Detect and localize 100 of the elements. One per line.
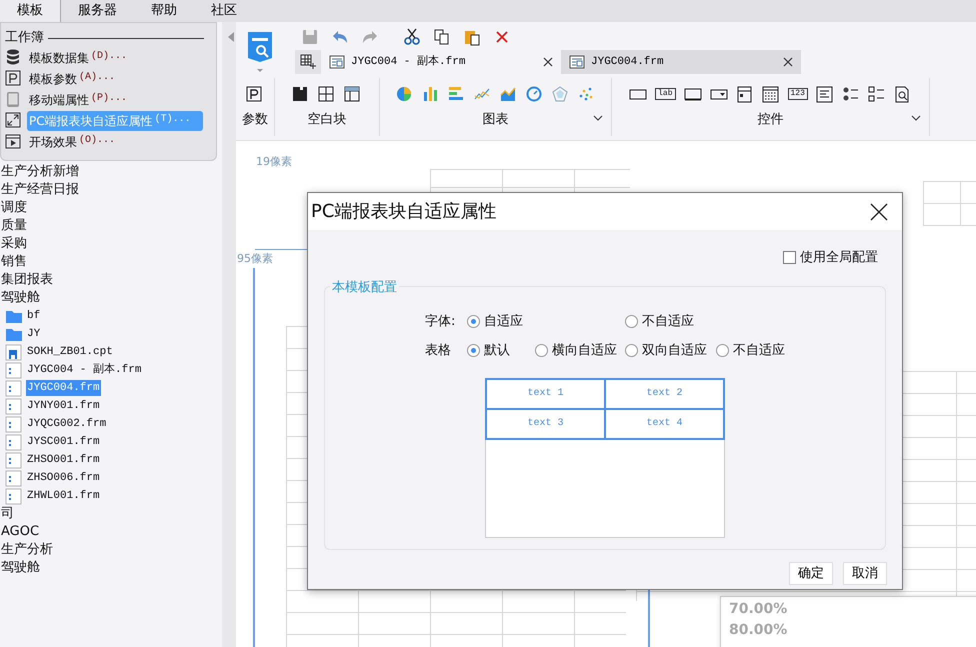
file-icon: [5, 362, 22, 378]
textbox-widget-icon[interactable]: [684, 86, 702, 102]
tab-label: JYGC004.frm: [591, 54, 664, 70]
table-icon[interactable]: [344, 86, 362, 102]
close-icon[interactable]: [543, 57, 553, 67]
file-icon: [5, 416, 22, 432]
file-item[interactable]: ZHWL001.frm: [26, 488, 101, 504]
copy-icon[interactable]: [433, 28, 451, 46]
ribbon-group-label: 控件: [758, 111, 784, 130]
radio-button[interactable]: [535, 344, 548, 358]
radio-label: 不自适应: [733, 342, 785, 360]
menu-section-title: 工作簿: [5, 29, 44, 48]
file-item[interactable]: SOKH_ZB01.cpt: [26, 344, 114, 360]
file-icon: [5, 380, 22, 396]
block-icon[interactable]: [292, 86, 310, 102]
tree-item[interactable]: 生产分析新增: [0, 162, 80, 182]
tree-item[interactable]: 销售: [0, 252, 28, 272]
tree-item[interactable]: AGOC: [0, 522, 40, 542]
menu-tab[interactable]: 模板: [0, 0, 61, 22]
tab-label: JYGC004 - 副本.frm: [351, 54, 466, 70]
gauge-icon[interactable]: [526, 86, 544, 102]
parameter-icon[interactable]: [246, 86, 264, 102]
report-grid: [923, 181, 976, 226]
tree-item[interactable]: 质量: [0, 216, 28, 236]
radio-label: 自适应: [484, 312, 523, 330]
file-icon: [5, 488, 22, 504]
report-document-icon[interactable]: [247, 30, 273, 74]
resize-icon: [5, 112, 21, 129]
ribbon-group-label: 空白块: [308, 111, 346, 130]
date-widget-icon[interactable]: [736, 86, 754, 102]
radio-button[interactable]: [625, 344, 638, 358]
horizontal-bar-chart-icon[interactable]: [448, 86, 466, 102]
option-label: 表格: [425, 342, 452, 360]
file-icon: [5, 470, 22, 486]
calendar-icon[interactable]: [762, 86, 780, 102]
radio-button[interactable]: [625, 314, 638, 328]
file-item[interactable]: JYSC001.frm: [26, 434, 101, 450]
folder-item[interactable]: bf: [26, 308, 42, 324]
dialog-title: PC端报表块自适应属性: [311, 200, 496, 224]
file-item[interactable]: JYQCG002.frm: [26, 416, 108, 432]
file-item[interactable]: JYGC004 - 副本.frm: [26, 362, 142, 378]
file-icon: [5, 344, 22, 360]
folder-item[interactable]: JY: [26, 326, 42, 342]
tree-item[interactable]: 驾驶舱: [0, 558, 41, 578]
cut-icon[interactable]: [403, 28, 421, 46]
file-icon: [5, 452, 22, 468]
database-icon: [5, 49, 21, 66]
checkbox-group-icon[interactable]: [868, 86, 886, 102]
bar-chart-icon[interactable]: [422, 86, 440, 102]
paste-icon[interactable]: [463, 28, 481, 46]
label-widget-button[interactable]: lab: [655, 88, 676, 100]
text-area-widget-icon[interactable]: [816, 86, 834, 102]
area-chart-icon[interactable]: [500, 86, 518, 102]
preview-cell: text 2: [605, 378, 724, 408]
tree-item[interactable]: 集团报表: [0, 270, 54, 290]
radio-label: 横向自适应: [552, 342, 617, 360]
menu-tab[interactable]: 社区: [194, 0, 254, 22]
tablet-icon: [5, 91, 21, 108]
pie-chart-icon[interactable]: [396, 86, 414, 102]
document-tab[interactable]: JYGC004.frm: [561, 50, 801, 74]
dialog-button[interactable]: 确定: [789, 562, 833, 585]
form-file-icon: [569, 54, 585, 70]
parameter-icon: [5, 70, 21, 87]
radio-label: 双向自适应: [642, 342, 707, 360]
file-item[interactable]: ZHSO001.frm: [26, 452, 101, 468]
option-label: 字体:: [425, 312, 456, 330]
menu-tab[interactable]: 帮助: [134, 0, 194, 22]
layout-icon[interactable]: [318, 86, 336, 102]
file-item[interactable]: ZHSO006.frm: [26, 470, 101, 486]
preview-cell: text 1: [486, 378, 605, 408]
tree-item[interactable]: 生产分析: [0, 540, 54, 560]
ruler-label: 95像素: [236, 251, 274, 268]
ribbon-group-label: 参数: [242, 111, 268, 130]
menu-tab[interactable]: 服务器: [61, 0, 134, 22]
tree-item[interactable]: 采购: [0, 234, 28, 254]
checkbox-label: 使用全局配置: [800, 249, 878, 267]
file-icon: [5, 434, 22, 450]
tree-item[interactable]: 司: [0, 504, 15, 524]
tree-item[interactable]: 调度: [0, 198, 28, 218]
radio-button[interactable]: [467, 314, 480, 328]
chevron-down-icon[interactable]: [911, 115, 921, 121]
number-widget-button[interactable]: 123: [788, 88, 808, 100]
tree-item[interactable]: 驾驶舱: [0, 288, 41, 308]
preview-cell: text 3: [486, 408, 605, 438]
radio-button[interactable]: [716, 344, 729, 358]
percentage-label: 70.00%: [729, 600, 788, 619]
chevron-down-icon[interactable]: [593, 115, 603, 121]
scatter-chart-icon[interactable]: [578, 86, 596, 102]
dialog-button[interactable]: 取消: [843, 562, 887, 585]
file-item[interactable]: JYNY001.frm: [26, 398, 101, 414]
radio-label: 默认: [484, 342, 510, 360]
radio-button[interactable]: [467, 344, 480, 358]
close-icon[interactable]: [870, 202, 888, 220]
grid-add-icon[interactable]: [300, 54, 316, 70]
tree-item[interactable]: 生产经营日报: [0, 180, 80, 200]
radio-group-icon[interactable]: [842, 86, 860, 102]
close-icon[interactable]: [783, 57, 793, 67]
file-icon: [5, 398, 22, 414]
film-icon: [5, 133, 21, 150]
checkbox[interactable]: [783, 251, 796, 264]
